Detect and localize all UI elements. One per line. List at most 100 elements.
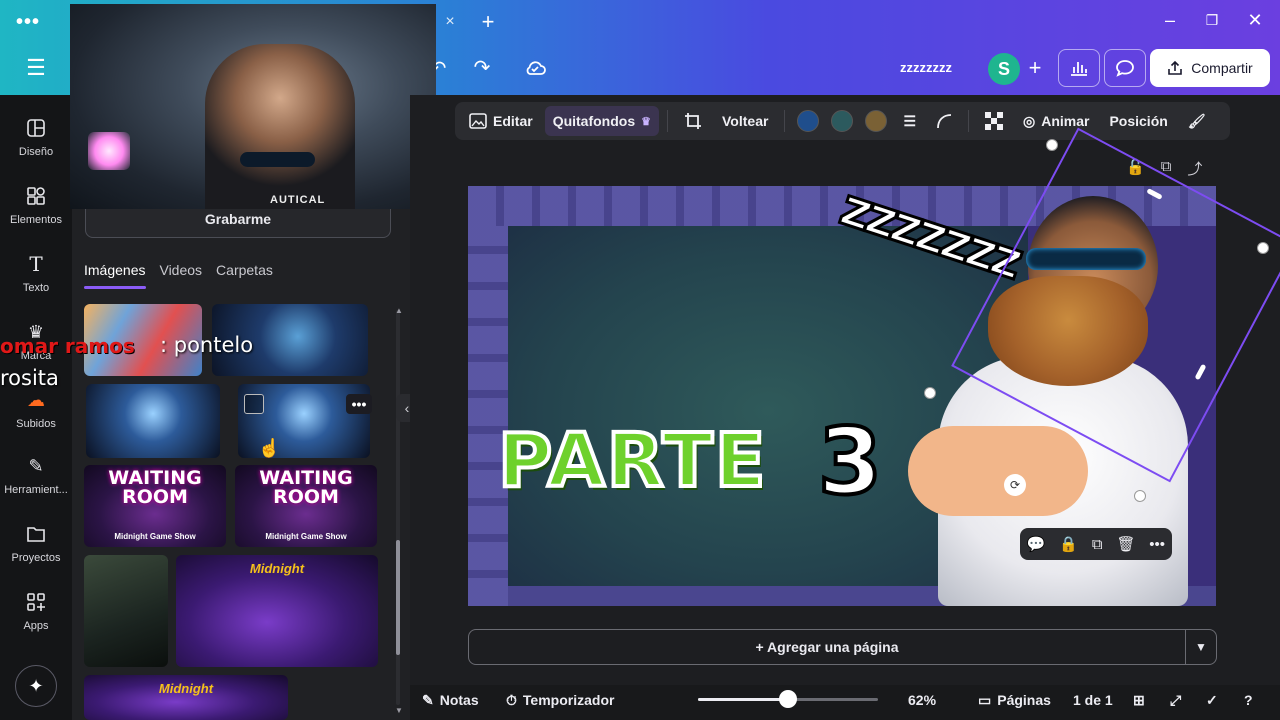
folder-icon [23,522,49,546]
notes-button[interactable]: ✎ Notas [422,690,479,710]
image-thumbnail[interactable] [86,384,220,458]
window-close-icon[interactable]: ✕ [1243,7,1267,33]
color-swatch[interactable] [831,110,854,132]
color-swatch[interactable] [865,110,888,132]
pages-icon: ▭ [978,691,992,708]
select-checkbox[interactable] [244,394,264,414]
add-page-icon[interactable]: ⤴ [1187,158,1202,179]
add-collaborator-icon[interactable]: + [1024,55,1046,80]
scroll-up-icon[interactable]: ▲ [392,303,406,317]
corner-rounding-button[interactable] [928,106,960,136]
add-page-button[interactable]: + Agregar una página [468,629,1186,665]
bg-remover-button[interactable]: Quitafondos ♛ [544,106,659,136]
resize-handle[interactable] [1257,242,1269,254]
text-icon: T [29,252,43,276]
image-thumbnail[interactable]: Midnight [176,555,378,667]
rail-item-label: Herramient... [4,484,68,496]
tab-images[interactable]: Imágenes [84,262,147,289]
rail-item-uploads[interactable]: ☁ Subidos [0,388,72,431]
character-arm [908,426,1088,516]
pages-label: Páginas [997,692,1051,708]
image-thumbnail[interactable]: WAITING ROOM Midnight Game Show [84,465,226,547]
zoom-slider-knob[interactable] [779,690,797,708]
flip-label: Voltear [722,113,769,129]
transparency-button[interactable] [977,106,1011,136]
cloud-saved-icon[interactable] [522,55,548,81]
copy-style-button[interactable]: 🖌 [1180,106,1214,136]
chevron-down-icon: ▼ [1195,640,1207,654]
context-toolbar: Editar Quitafondos ♛ Voltear ☰ ◎ Animar … [455,102,1230,140]
check-icon[interactable]: ✓ [1206,690,1218,710]
avatar[interactable]: S [988,53,1020,85]
minimize-icon[interactable]: – [1158,8,1182,32]
rail-item-design[interactable]: Diseño [0,116,72,158]
duplicate-icon[interactable]: ⧉ [1092,536,1103,553]
paint-roller-icon: 🖌 [1187,112,1206,129]
image-thumbnail[interactable]: WAITING ROOM Midnight Game Show [235,465,377,547]
thumbnail-more-button[interactable]: ••• [346,394,372,414]
edit-image-button[interactable]: Editar [461,106,541,136]
magic-sparkle-button[interactable]: ✦ [15,665,57,707]
fullscreen-icon[interactable]: ⤢ [1170,690,1181,710]
notes-icon: ✎ [422,691,434,708]
more-options-icon[interactable]: ••• [1149,536,1165,553]
tools-icon: ✎ [28,455,44,476]
more-dots-icon[interactable]: ••• [12,8,44,36]
share-button[interactable]: Compartir [1150,49,1270,87]
tab-folders[interactable]: Carpetas [216,262,273,278]
resize-handle[interactable] [924,387,936,399]
trash-icon[interactable]: 🗑 [1116,535,1135,553]
line-weight-button[interactable]: ☰ [895,106,924,136]
tab-videos[interactable]: Videos [159,262,202,278]
position-button[interactable]: Posición [1101,106,1175,136]
rail-item-text[interactable]: T Texto [0,252,72,294]
redo-icon[interactable]: ↷ [470,55,494,79]
crown-icon: ♛ [641,115,651,128]
title-number[interactable]: 3 [816,406,884,517]
comment-add-icon[interactable]: 💬 [1027,535,1046,553]
stats-button[interactable] [1058,49,1100,87]
rail-item-label: Subidos [16,418,56,430]
maximize-icon[interactable]: ❐ [1200,8,1224,32]
crop-button[interactable] [676,106,710,136]
hamburger-menu-icon[interactable]: ☰ [20,52,52,84]
corner-icon [937,114,952,129]
lock-element-icon[interactable]: 🔒 [1059,535,1078,553]
pages-button[interactable]: ▭ Páginas [978,690,1051,710]
image-thumbnail[interactable]: Midnight [84,675,288,720]
chat-message: : pontelo [160,333,254,357]
color-swatch[interactable] [797,110,820,132]
rail-item-apps[interactable]: Apps [0,590,72,632]
share-icon [1168,60,1183,75]
zoom-value[interactable]: 62% [908,690,936,710]
thumbnail-title: WAITING ROOM [108,467,202,508]
floating-element-toolbar: 💬 🔒 ⧉ 🗑 ••• [1020,528,1172,560]
rail-item-label: Apps [23,620,49,632]
add-page-dropdown[interactable]: ▼ [1185,629,1217,665]
share-label: Compartir [1191,60,1253,76]
fence-left [468,226,508,606]
rail-item-projects[interactable]: Proyectos [0,522,72,564]
flip-button[interactable]: Voltear [714,106,776,136]
resize-handle[interactable] [1046,139,1058,151]
timer-button[interactable]: ⏱ Temporizador [506,690,614,710]
resize-handle[interactable] [1134,490,1146,502]
image-thumbnail[interactable] [84,555,168,667]
webcam-overlay: AUTICAL [70,4,436,209]
grid-view-icon[interactable]: ⊞ [1133,690,1145,710]
scroll-down-icon[interactable]: ▼ [392,703,406,717]
comments-button[interactable] [1104,49,1146,87]
panel-scrollbar-thumb[interactable] [396,540,400,655]
thumbnail-title: WAITING ROOM [259,467,353,508]
tab-close-icon[interactable]: × [438,10,462,34]
rail-item-elements[interactable]: Elementos [0,184,72,226]
new-tab-icon[interactable]: + [476,8,500,36]
title-word[interactable]: PARTE [496,416,767,506]
thumbnail-title: Midnight [158,681,214,696]
rail-item-tools[interactable]: ✎ Herramient... [0,454,72,497]
page-count: 1 de 1 [1073,692,1113,708]
document-title[interactable]: zzzzzzzz [900,60,952,75]
rotate-icon[interactable]: ⟳ [1004,474,1026,496]
help-icon[interactable]: ? [1244,690,1253,710]
upload-icon: ☁ [27,389,45,410]
